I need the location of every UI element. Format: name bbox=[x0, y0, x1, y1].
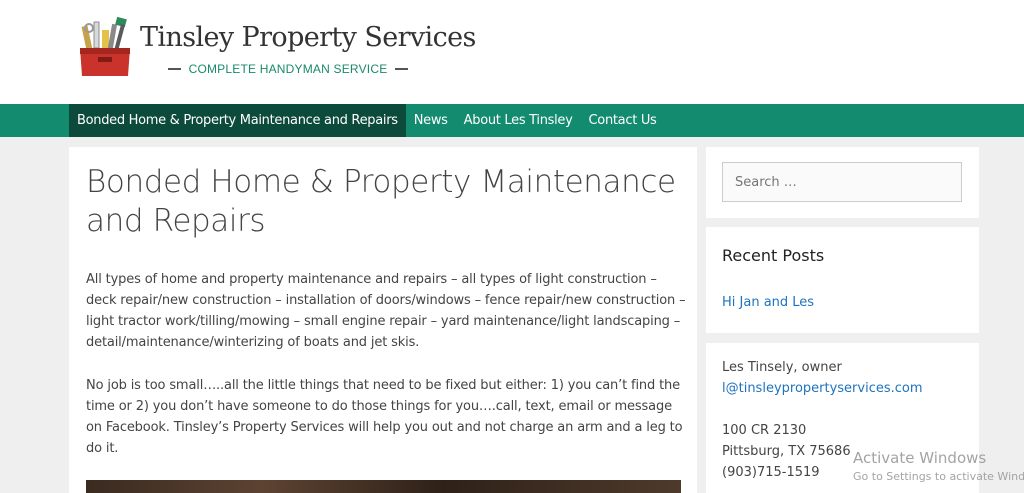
nav-item-contact[interactable]: Contact Us bbox=[581, 104, 665, 137]
tagline-row: COMPLETE HANDYMAN SERVICE bbox=[168, 60, 408, 78]
recent-post-link[interactable]: Hi Jan and Les bbox=[722, 295, 814, 310]
site-title[interactable]: Tinsley Property Services bbox=[140, 22, 476, 53]
toolbox-icon[interactable] bbox=[76, 16, 134, 78]
tagline-divider bbox=[395, 68, 408, 70]
tagline-divider bbox=[168, 68, 181, 70]
owner-name: Les Tinsely, owner bbox=[722, 360, 842, 375]
nav-item-home[interactable]: Bonded Home & Property Maintenance and R… bbox=[69, 104, 406, 137]
tagline: COMPLETE HANDYMAN SERVICE bbox=[188, 62, 388, 76]
email-link[interactable]: l@tinsleypropertyservices.com bbox=[722, 381, 923, 396]
search-widget bbox=[706, 147, 979, 218]
featured-photo bbox=[86, 480, 681, 493]
activate-windows-title: Activate Windows bbox=[853, 449, 987, 467]
phone-number: (903)715-1519 bbox=[722, 465, 820, 480]
site-header: Tinsley Property Services COMPLETE HANDY… bbox=[0, 0, 1024, 104]
page-title: Bonded Home & Property Maintenance and R… bbox=[86, 164, 676, 239]
nav-item-about[interactable]: About Les Tinsley bbox=[456, 104, 581, 137]
address-line-2: Pittsburg, TX 75686 bbox=[722, 444, 851, 459]
recent-posts-title: Recent Posts bbox=[722, 246, 825, 265]
nav-item-news[interactable]: News bbox=[406, 104, 456, 137]
search-input[interactable] bbox=[722, 162, 962, 202]
services-paragraph: All types of home and property maintenan… bbox=[86, 272, 686, 350]
address-line-1: 100 CR 2130 bbox=[722, 423, 807, 438]
main-content: Bonded Home & Property Maintenance and R… bbox=[69, 147, 697, 493]
main-navigation: Bonded Home & Property Maintenance and R… bbox=[0, 104, 1024, 137]
recent-posts-widget: Recent Posts Hi Jan and Les bbox=[706, 227, 979, 333]
activate-windows-subtitle: Go to Settings to activate Windows. bbox=[853, 470, 1024, 483]
intro-paragraph: No job is too small…..all the little thi… bbox=[86, 378, 683, 456]
